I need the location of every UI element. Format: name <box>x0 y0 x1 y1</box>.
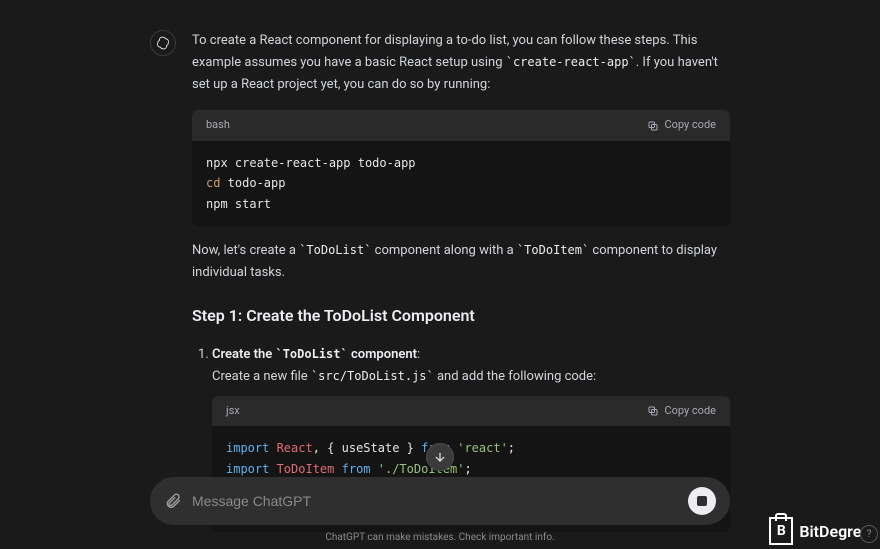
list-item-sub: Create a new file `src/ToDoList.js` and … <box>212 366 730 388</box>
stop-button[interactable] <box>688 487 716 515</box>
disclaimer-text: ChatGPT can make mistakes. Check importa… <box>0 532 880 543</box>
arrow-down-icon <box>433 450 447 464</box>
intro-paragraph: To create a React component for displayi… <box>192 30 730 96</box>
code-lang-label: jsx <box>226 402 240 421</box>
colon: : <box>417 347 420 362</box>
sub-text: Create a new file <box>212 369 311 384</box>
copy-code-button[interactable]: Copy code <box>647 116 716 135</box>
code-text: npx create-react-app todo-app <box>206 156 416 170</box>
paragraph-2: Now, let's create a `ToDoList` component… <box>192 240 730 284</box>
code-id: ToDoItem <box>269 462 334 476</box>
copy-icon <box>647 120 659 132</box>
brand-watermark: B BitDegree <box>769 517 870 545</box>
sub-text: and add the following code: <box>434 369 596 384</box>
code-lang-label: bash <box>206 116 230 135</box>
code-text: ; <box>464 462 471 476</box>
list-item: Create the `ToDoList` component: Create … <box>212 344 730 388</box>
copy-icon <box>647 405 659 417</box>
inline-code: `ToDoItem` <box>517 243 589 257</box>
message-content: To create a React component for displayi… <box>192 30 730 546</box>
assistant-avatar <box>150 30 176 56</box>
stop-icon <box>697 496 707 506</box>
ordered-list: Create the `ToDoList` component: Create … <box>192 344 730 388</box>
code-text: todo-app <box>220 176 285 190</box>
chat-input[interactable] <box>192 493 678 509</box>
code-header: jsx Copy code <box>212 396 730 427</box>
list-item-bold: Create the `ToDoList` component <box>212 347 417 362</box>
copy-code-button[interactable]: Copy code <box>647 402 716 421</box>
attach-button[interactable] <box>164 492 182 510</box>
inline-code: `create-react-app` <box>506 55 636 69</box>
brand-logo-icon: B <box>769 517 793 545</box>
inline-code: `src/ToDoList.js` <box>311 369 434 383</box>
code-kw: import <box>226 462 269 476</box>
copy-label: Copy code <box>664 116 716 135</box>
para-text: component along with a <box>371 243 517 258</box>
copy-label: Copy code <box>664 402 716 421</box>
scroll-down-button[interactable] <box>426 443 454 471</box>
inline-code: `ToDoList` <box>299 243 371 257</box>
para-text: Now, let's create a <box>192 243 299 258</box>
code-string: 'react' <box>450 441 508 455</box>
code-kw: from <box>342 462 371 476</box>
code-block-bash: bash Copy code npx create-react-app todo… <box>192 110 730 226</box>
code-text <box>334 462 341 476</box>
paperclip-icon <box>164 492 182 510</box>
bold-text: Create the <box>212 347 275 362</box>
code-text: npm start <box>206 197 271 211</box>
code-text: ; <box>508 441 515 455</box>
step-heading: Step 1: Create the ToDoList Component <box>192 302 730 329</box>
code-header: bash Copy code <box>192 110 730 141</box>
inline-code: `ToDoList` <box>275 347 347 361</box>
help-button[interactable]: ? <box>860 525 878 543</box>
code-kw: import <box>226 441 269 455</box>
code-text: , { useState } <box>313 441 421 455</box>
chat-input-bar <box>150 477 730 525</box>
bold-text: component <box>348 347 417 362</box>
code-id: React <box>269 441 312 455</box>
openai-logo-icon <box>156 36 170 50</box>
code-body[interactable]: npx create-react-app todo-app cd todo-ap… <box>192 141 730 226</box>
code-keyword: cd <box>206 176 220 190</box>
